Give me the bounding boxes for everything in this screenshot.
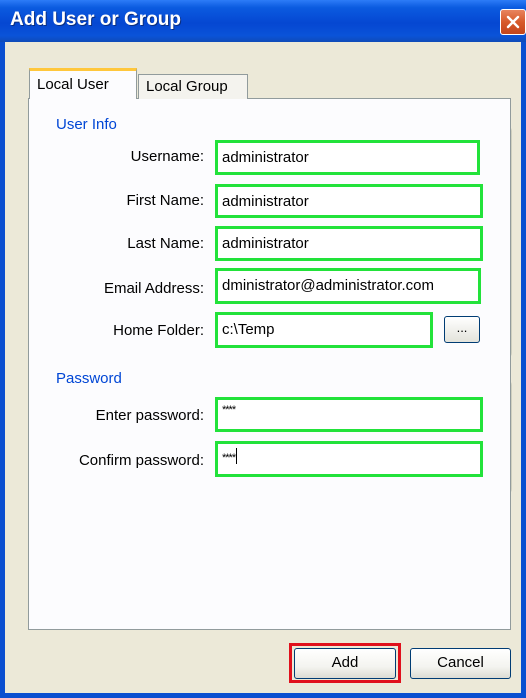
title-bar[interactable]: Add User or Group xyxy=(0,0,526,42)
first-name-field[interactable]: administrator xyxy=(215,184,483,218)
confirm-password-label: Confirm password: xyxy=(78,452,204,469)
last-name-field[interactable]: administrator xyxy=(215,226,483,261)
tab-local-user[interactable]: Local User xyxy=(29,68,137,99)
window-bottom-border xyxy=(0,693,526,698)
email-address-field[interactable]: dministrator@administrator.com xyxy=(215,268,481,304)
home-folder-value: c:\Temp xyxy=(222,321,275,338)
confirm-password-value: **** xyxy=(222,452,236,464)
close-icon xyxy=(506,15,520,29)
add-button-label: Add xyxy=(331,654,359,671)
browse-folder-button[interactable]: ... xyxy=(444,316,480,343)
enter-password-value: **** xyxy=(222,404,236,416)
enter-password-label: Enter password: xyxy=(95,407,204,424)
home-folder-label: Home Folder: xyxy=(113,322,204,339)
first-name-label: First Name: xyxy=(126,192,204,209)
text-caret xyxy=(236,448,238,464)
tab-panel xyxy=(28,98,511,630)
tab-local-user-label: Local User xyxy=(37,76,109,93)
last-name-value: administrator xyxy=(222,235,309,252)
confirm-password-field[interactable]: **** xyxy=(215,441,483,477)
browse-folder-label: ... xyxy=(456,320,468,335)
last-name-label: Last Name: xyxy=(127,235,204,252)
email-address-value: dministrator@administrator.com xyxy=(222,277,434,294)
username-value: administrator xyxy=(222,149,309,166)
tab-local-group[interactable]: Local Group xyxy=(138,74,248,99)
cancel-button[interactable]: Cancel xyxy=(410,648,511,679)
home-folder-field[interactable]: c:\Temp xyxy=(215,312,433,348)
add-button[interactable]: Add xyxy=(294,648,396,679)
cancel-button-label: Cancel xyxy=(437,654,484,671)
tab-local-group-label: Local Group xyxy=(146,78,228,95)
enter-password-field[interactable]: **** xyxy=(215,397,483,432)
window-title: Add User or Group xyxy=(10,9,182,30)
password-legend: Password xyxy=(54,370,124,387)
username-label: Username: xyxy=(130,148,204,165)
first-name-value: administrator xyxy=(222,193,309,210)
username-field[interactable]: administrator xyxy=(215,140,480,175)
user-info-legend: User Info xyxy=(54,116,119,133)
email-address-label: Email Address: xyxy=(103,280,204,297)
close-button[interactable] xyxy=(500,9,526,35)
